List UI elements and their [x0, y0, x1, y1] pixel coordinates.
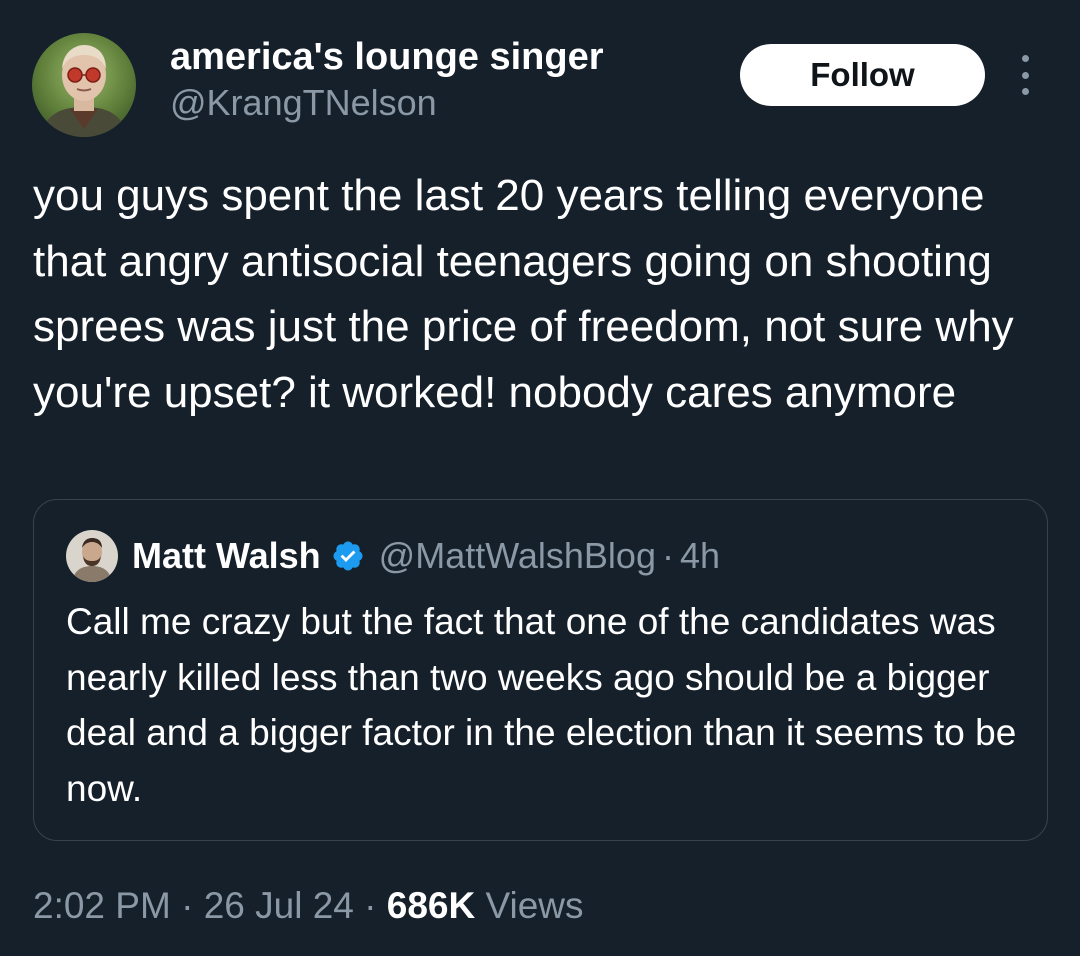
quoted-author-avatar[interactable]	[66, 530, 118, 582]
tweet-meta: 2:02 PM · 26 Jul 24 · 686K Views	[33, 880, 584, 932]
more-dot	[1021, 71, 1029, 79]
quoted-text: Call me crazy but the fact that one of t…	[66, 601, 1017, 809]
tweet-time[interactable]: 2:02 PM	[33, 885, 171, 926]
quoted-timestamp[interactable]: 4h	[680, 535, 720, 577]
meta-separator: ·	[364, 885, 377, 926]
meta-separator: ·	[181, 885, 194, 926]
tweet-text: you guys spent the last 20 years telling…	[33, 171, 1014, 417]
quoted-tweet[interactable]: Matt Walsh @MattWalshBlog · 4h Call me c…	[33, 499, 1048, 841]
author-display-name[interactable]: america's lounge singer	[170, 34, 604, 80]
author-avatar[interactable]	[32, 33, 136, 137]
more-dot	[1021, 88, 1029, 95]
tweet-date[interactable]: 26 Jul 24	[204, 885, 354, 926]
tweet: america's lounge singer @KrangTNelson Fo…	[0, 0, 1080, 956]
follow-button[interactable]: Follow	[740, 44, 985, 106]
quoted-display-name[interactable]: Matt Walsh	[132, 535, 321, 577]
verified-badge-icon	[331, 539, 365, 573]
author-handle[interactable]: @KrangTNelson	[170, 80, 604, 126]
quoted-separator: ·	[661, 535, 674, 576]
author-info: america's lounge singer @KrangTNelson	[170, 34, 604, 126]
more-dot	[1021, 55, 1029, 62]
views-label: Views	[485, 885, 584, 926]
quoted-handle[interactable]: @MattWalshBlog	[379, 535, 656, 577]
more-options-icon[interactable]	[1010, 55, 1040, 95]
quoted-header: Matt Walsh @MattWalshBlog · 4h	[132, 530, 720, 582]
views-count: 686K	[386, 885, 476, 926]
